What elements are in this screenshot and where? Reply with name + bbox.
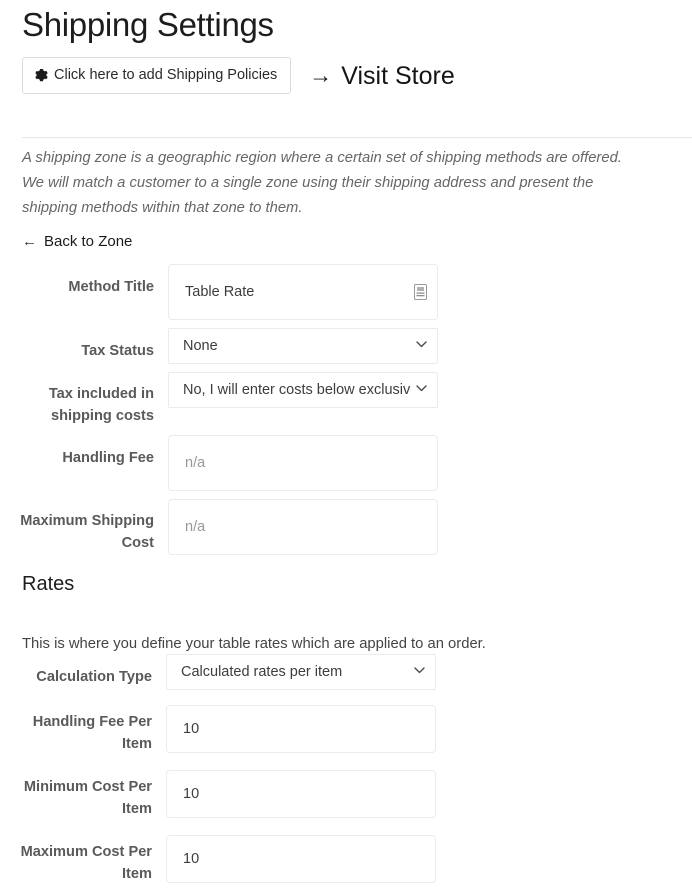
rates-description: This is where you define your table rate… [22, 635, 486, 652]
field-wrap-handling-fee-per-item [166, 705, 436, 753]
form-row-tax-status: Tax Status None [0, 328, 692, 364]
page-title: Shipping Settings [22, 6, 274, 43]
maximum-shipping-cost-input[interactable] [168, 499, 438, 555]
header-actions: Click here to add Shipping Policies → Vi… [22, 57, 670, 94]
arrow-right-icon: → [309, 62, 333, 88]
tax-included-select[interactable]: No, I will enter costs below exclusive [168, 372, 438, 408]
add-shipping-policies-label: Click here to add Shipping Policies [54, 67, 278, 83]
form-row-handling-fee: Handling Fee [0, 435, 692, 491]
field-wrap-tax-included: No, I will enter costs below exclusive [168, 372, 438, 408]
label-tax-status: Tax Status [81, 343, 154, 359]
shipping-settings-page: Shipping Settings Click here to add Ship… [0, 0, 692, 892]
label-handling-fee-per-item: Handling Fee Per Item [32, 714, 152, 752]
form-row-minimum-cost-per-item: Minimum Cost Per Item [0, 770, 692, 820]
handling-fee-input[interactable] [168, 435, 438, 491]
field-wrap-tax-status: None [168, 328, 438, 364]
label-method-title: Method Title [68, 279, 154, 295]
header-divider [22, 137, 692, 138]
form-row-maximum-shipping-cost: Maximum Shipping Cost [0, 499, 692, 555]
rates-form: Calculation Type Calculated rates per it… [0, 654, 692, 892]
form-row-handling-fee-per-item: Handling Fee Per Item [0, 705, 692, 755]
form-row-tax-included: Tax included in shipping costs No, I wil… [0, 372, 692, 427]
rates-heading: Rates [22, 573, 75, 595]
label-tax-included: Tax included in shipping costs [48, 386, 154, 424]
field-wrap-method-title [168, 264, 438, 320]
back-to-zone-label: Back to Zone [44, 233, 133, 250]
label-calculation-type: Calculation Type [36, 669, 152, 685]
handling-fee-per-item-input[interactable] [166, 705, 436, 753]
field-wrap-minimum-cost-per-item [166, 770, 436, 818]
form-row-calculation-type: Calculation Type Calculated rates per it… [0, 654, 692, 690]
shipping-zone-description: A shipping zone is a geographic region w… [22, 149, 622, 216]
field-wrap-maximum-shipping-cost [168, 499, 438, 555]
field-wrap-maximum-cost-per-item [166, 835, 436, 883]
arrow-left-icon: ← [22, 233, 37, 250]
minimum-cost-per-item-input[interactable] [166, 770, 436, 818]
label-minimum-cost-per-item: Minimum Cost Per Item [23, 779, 152, 817]
label-handling-fee: Handling Fee [62, 450, 154, 466]
visit-store-label: Visit Store [341, 61, 455, 90]
back-to-zone-link[interactable]: ← Back to Zone [22, 232, 132, 252]
add-shipping-policies-button[interactable]: Click here to add Shipping Policies [22, 57, 292, 94]
form-row-method-title: Method Title [0, 264, 692, 320]
calculation-type-select[interactable]: Calculated rates per item [166, 654, 436, 690]
tax-status-select[interactable]: None [168, 328, 438, 364]
gear-icon [35, 69, 48, 82]
form-row-maximum-cost-per-item: Maximum Cost Per Item [0, 835, 692, 885]
label-maximum-shipping-cost: Maximum Shipping Cost [20, 513, 154, 551]
maximum-cost-per-item-input[interactable] [166, 835, 436, 883]
visit-store-link[interactable]: → Visit Store [309, 61, 454, 91]
method-settings-form: Method Title Tax Status None [0, 264, 692, 563]
field-wrap-calculation-type: Calculated rates per item [166, 654, 436, 690]
method-title-input[interactable] [168, 264, 438, 320]
label-maximum-cost-per-item: Maximum Cost Per Item [20, 844, 152, 882]
input-indicator-icon[interactable] [414, 284, 427, 300]
field-wrap-handling-fee [168, 435, 438, 491]
